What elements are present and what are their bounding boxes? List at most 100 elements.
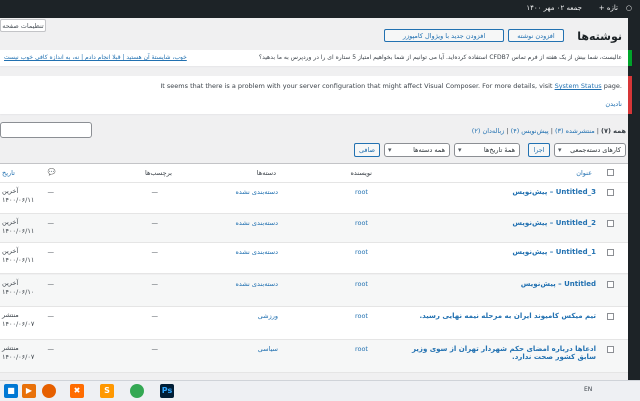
add-new-button[interactable]: افزودن نوشته [508,29,564,42]
screen-options-button[interactable]: تنظیمات صفحه [0,19,46,32]
post-date: ۱۴۰۰/۰۶/۱۱ [2,196,35,204]
post-date: ۱۴۰۰/۰۶/۱۱ [2,256,35,264]
vc-notice-text: It seems that there is a problem with yo… [160,82,622,90]
post-date-status: آخرین [2,187,19,195]
post-date: ۱۴۰۰/۰۶/۰۷ [2,320,35,328]
status-filters: همه (۷) | منتشرشده (۳) | پیش‌نویس (۴) | … [471,127,626,135]
post-comments: — [47,219,55,227]
post-date: ۱۴۰۰/۰۶/۱۱ [2,227,35,235]
comments-icon[interactable]: 💬 [48,168,56,176]
admin-bar: ○ + تازه جمعه ۰۲ مهر ۱۴۰۰ [0,0,640,18]
col-categories: دسته‌ها [256,169,276,177]
bulk-actions-select[interactable]: کارهای دسته‌جمعی [554,143,626,157]
language-indicator[interactable]: EN [584,386,592,393]
filter-all[interactable]: همه (۷) [601,127,626,135]
cfdb7-notice: عالیست، شما بیش از یک هفته از فرم تماس C… [0,50,632,66]
filter-button[interactable]: صافی [354,143,380,157]
post-author[interactable]: root [355,219,368,227]
table-row[interactable]: Untitled_3 – پیش‌نویس root دسته‌بندی نشده —… [0,183,628,214]
admin-new-link[interactable]: + تازه [599,4,618,12]
post-title-link[interactable]: Untitled_2 – پیش‌نویس [396,219,596,227]
post-author[interactable]: root [355,248,368,256]
post-author[interactable]: root [355,345,368,353]
post-comments: — [47,280,55,288]
media-icon[interactable]: ▶ [22,384,36,398]
vc-notice-after: page. [603,82,622,90]
post-date-status: آخرین [2,279,19,287]
post-comments: — [47,248,55,256]
sublime-icon[interactable]: S [100,384,114,398]
select-all-checkbox[interactable] [607,169,614,176]
post-title-link[interactable]: Untitled – پیش‌نویس [396,280,596,288]
post-category[interactable]: سیاسی [258,345,278,353]
post-tags: — [151,248,159,256]
post-date-status: منتشر [2,311,19,319]
row-checkbox[interactable] [607,189,614,196]
post-comments: — [47,312,55,320]
post-category[interactable]: دسته‌بندی نشده [235,219,278,227]
post-tags: — [151,188,159,196]
post-title-link[interactable]: Untitled_3 – پیش‌نویس [396,188,596,196]
table-row[interactable]: Untitled – پیش‌نویس root دسته‌بندی نشده — — آ… [0,275,628,307]
post-tags: — [151,345,159,353]
vc-notice-message: It seems that there is a problem with yo… [160,82,553,90]
post-tags: — [151,312,159,320]
post-tags: — [151,219,159,227]
search-input[interactable] [0,122,92,138]
row-checkbox[interactable] [607,313,614,320]
post-title-link[interactable]: Untitled_1 – پیش‌نویس [396,248,596,256]
start-icon[interactable]: ■ [4,384,18,398]
dates-filter-select[interactable]: همهٔ تاریخ‌ها [454,143,520,157]
post-category[interactable]: ورزشی [258,312,278,320]
filter-published[interactable]: منتشرشده (۳) [555,127,595,135]
row-checkbox[interactable] [607,220,614,227]
col-tags: برچسب‌ها [144,169,172,177]
xampp-icon[interactable]: ✖ [70,384,84,398]
vc-system-status-link[interactable]: System Status [555,82,602,90]
apply-button[interactable]: اجرا [528,143,550,157]
chrome-icon[interactable] [130,384,144,398]
post-author[interactable]: root [355,188,368,196]
row-checkbox[interactable] [607,281,614,288]
filter-trash[interactable]: زباله‌دان (۲) [472,127,505,135]
cfdb7-notice-text: عالیست، شما بیش از یک هفته از فرم تماس C… [258,54,622,61]
category-filter-select[interactable]: همه دسته‌ها [384,143,450,157]
col-author: نویسنده [350,169,372,177]
table-row[interactable]: تیم میکس کامیوند ایران به مرحله نیمه نها… [0,307,628,340]
post-author[interactable]: root [355,312,368,320]
vc-dismiss-link[interactable]: نادیدن [605,100,622,108]
table-row[interactable]: Untitled_2 – پیش‌نویس root دسته‌بندی نشده —… [0,214,628,243]
post-category[interactable]: دسته‌بندی نشده [235,188,278,196]
post-title-link[interactable]: تیم میکس کامیوند ایران به مرحله نیمه نها… [396,312,596,320]
add-new-vc-button[interactable]: افزودن جدید با ویژوال کامپوزر [384,29,504,42]
filter-drafts[interactable]: پیش‌نویس (۴) [511,127,549,135]
photoshop-icon[interactable]: Ps [160,384,174,398]
post-comments: — [47,345,55,353]
post-comments: — [47,188,55,196]
firefox-icon[interactable] [42,384,56,398]
post-category[interactable]: دسته‌بندی نشده [235,248,278,256]
post-author[interactable]: root [355,280,368,288]
cfdb7-notice-links[interactable]: خوب، شایستهٔ آن هستید | قبلا انجام دادم … [4,54,187,61]
table-row[interactable]: Untitled_1 – پیش‌نویس root دسته‌بندی نشده —… [0,243,628,274]
post-category[interactable]: دسته‌بندی نشده [235,280,278,288]
col-title[interactable]: عنوان [576,169,592,177]
post-date: ۱۴۰۰/۰۶/۱۰ [2,288,35,296]
row-checkbox[interactable] [607,249,614,256]
row-checkbox[interactable] [607,346,614,353]
wp-logo-icon[interactable]: ○ [626,4,632,12]
taskbar: ■ ▶ ✖ S Ps EN [0,380,640,401]
post-tags: — [151,280,159,288]
admin-side-menu[interactable] [628,18,640,380]
page-title: نوشته‌ها [577,30,622,43]
vc-notice: It seems that there is a problem with yo… [0,76,632,114]
post-date: ۱۴۰۰/۰۶/۰۷ [2,353,35,361]
post-date-status: آخرین [2,247,19,255]
col-date[interactable]: تاریخ [2,169,15,177]
post-title-link[interactable]: ادعاها درباره امضای حکم شهردار تهران از … [396,345,596,361]
table-row[interactable]: ادعاها درباره امضای حکم شهردار تهران از … [0,340,628,373]
post-date-status: آخرین [2,218,19,226]
table-header: عنوان نویسنده دسته‌ها برچسب‌ها 💬 تاریخ [0,163,628,183]
admin-date: جمعه ۰۲ مهر ۱۴۰۰ [526,4,582,12]
post-date-status: منتشر [2,344,19,352]
